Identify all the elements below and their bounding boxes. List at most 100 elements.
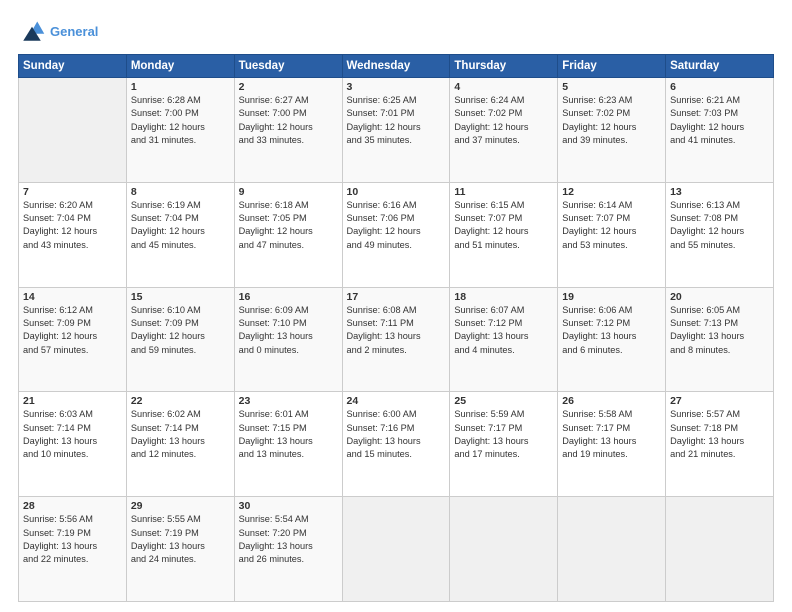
calendar-cell: 11Sunrise: 6:15 AMSunset: 7:07 PMDayligh… <box>450 182 558 287</box>
cell-date: 5 <box>562 81 661 93</box>
logo: General <box>18 18 98 46</box>
logo-text: General <box>50 24 98 40</box>
cell-info: Sunrise: 6:23 AMSunset: 7:02 PMDaylight:… <box>562 94 661 147</box>
cell-date: 6 <box>670 81 769 93</box>
cell-date: 27 <box>670 395 769 407</box>
cell-info: Sunrise: 6:01 AMSunset: 7:15 PMDaylight:… <box>239 408 338 461</box>
calendar-cell: 20Sunrise: 6:05 AMSunset: 7:13 PMDayligh… <box>666 287 774 392</box>
cell-date: 1 <box>131 81 230 93</box>
calendar-cell: 16Sunrise: 6:09 AMSunset: 7:10 PMDayligh… <box>234 287 342 392</box>
cell-date: 23 <box>239 395 338 407</box>
cell-date: 12 <box>562 186 661 198</box>
cell-info: Sunrise: 6:10 AMSunset: 7:09 PMDaylight:… <box>131 304 230 357</box>
cell-date: 25 <box>454 395 553 407</box>
cell-date: 11 <box>454 186 553 198</box>
cell-info: Sunrise: 5:54 AMSunset: 7:20 PMDaylight:… <box>239 513 338 566</box>
calendar-cell: 6Sunrise: 6:21 AMSunset: 7:03 PMDaylight… <box>666 78 774 183</box>
cell-info: Sunrise: 5:58 AMSunset: 7:17 PMDaylight:… <box>562 408 661 461</box>
weekday-header-monday: Monday <box>126 55 234 78</box>
week-row-5: 28Sunrise: 5:56 AMSunset: 7:19 PMDayligh… <box>19 497 774 602</box>
calendar-cell: 27Sunrise: 5:57 AMSunset: 7:18 PMDayligh… <box>666 392 774 497</box>
cell-info: Sunrise: 6:28 AMSunset: 7:00 PMDaylight:… <box>131 94 230 147</box>
cell-date: 24 <box>347 395 446 407</box>
calendar-cell: 7Sunrise: 6:20 AMSunset: 7:04 PMDaylight… <box>19 182 127 287</box>
cell-info: Sunrise: 6:05 AMSunset: 7:13 PMDaylight:… <box>670 304 769 357</box>
cell-date: 21 <box>23 395 122 407</box>
cell-info: Sunrise: 6:14 AMSunset: 7:07 PMDaylight:… <box>562 199 661 252</box>
weekday-header-row: SundayMondayTuesdayWednesdayThursdayFrid… <box>19 55 774 78</box>
calendar-cell: 4Sunrise: 6:24 AMSunset: 7:02 PMDaylight… <box>450 78 558 183</box>
cell-info: Sunrise: 5:56 AMSunset: 7:19 PMDaylight:… <box>23 513 122 566</box>
cell-date: 26 <box>562 395 661 407</box>
calendar-cell: 29Sunrise: 5:55 AMSunset: 7:19 PMDayligh… <box>126 497 234 602</box>
cell-info: Sunrise: 6:15 AMSunset: 7:07 PMDaylight:… <box>454 199 553 252</box>
cell-date: 19 <box>562 291 661 303</box>
calendar-cell: 23Sunrise: 6:01 AMSunset: 7:15 PMDayligh… <box>234 392 342 497</box>
header: General <box>18 18 774 46</box>
logo-icon <box>18 18 46 46</box>
page: General SundayMondayTuesdayWednesdayThur… <box>0 0 792 612</box>
cell-date: 7 <box>23 186 122 198</box>
calendar-cell: 26Sunrise: 5:58 AMSunset: 7:17 PMDayligh… <box>558 392 666 497</box>
calendar-cell: 5Sunrise: 6:23 AMSunset: 7:02 PMDaylight… <box>558 78 666 183</box>
cell-info: Sunrise: 6:03 AMSunset: 7:14 PMDaylight:… <box>23 408 122 461</box>
cell-date: 4 <box>454 81 553 93</box>
calendar-cell: 28Sunrise: 5:56 AMSunset: 7:19 PMDayligh… <box>19 497 127 602</box>
calendar-table: SundayMondayTuesdayWednesdayThursdayFrid… <box>18 54 774 602</box>
logo-line1: General <box>50 24 98 39</box>
calendar-cell <box>450 497 558 602</box>
cell-date: 3 <box>347 81 446 93</box>
cell-date: 30 <box>239 500 338 512</box>
calendar-cell: 2Sunrise: 6:27 AMSunset: 7:00 PMDaylight… <box>234 78 342 183</box>
weekday-header-saturday: Saturday <box>666 55 774 78</box>
cell-info: Sunrise: 6:16 AMSunset: 7:06 PMDaylight:… <box>347 199 446 252</box>
calendar-cell: 9Sunrise: 6:18 AMSunset: 7:05 PMDaylight… <box>234 182 342 287</box>
cell-info: Sunrise: 6:18 AMSunset: 7:05 PMDaylight:… <box>239 199 338 252</box>
cell-date: 20 <box>670 291 769 303</box>
cell-info: Sunrise: 6:00 AMSunset: 7:16 PMDaylight:… <box>347 408 446 461</box>
cell-info: Sunrise: 6:06 AMSunset: 7:12 PMDaylight:… <box>562 304 661 357</box>
cell-info: Sunrise: 6:27 AMSunset: 7:00 PMDaylight:… <box>239 94 338 147</box>
week-row-1: 1Sunrise: 6:28 AMSunset: 7:00 PMDaylight… <box>19 78 774 183</box>
cell-date: 10 <box>347 186 446 198</box>
calendar-cell: 12Sunrise: 6:14 AMSunset: 7:07 PMDayligh… <box>558 182 666 287</box>
cell-info: Sunrise: 6:21 AMSunset: 7:03 PMDaylight:… <box>670 94 769 147</box>
cell-info: Sunrise: 6:12 AMSunset: 7:09 PMDaylight:… <box>23 304 122 357</box>
calendar-cell: 1Sunrise: 6:28 AMSunset: 7:00 PMDaylight… <box>126 78 234 183</box>
cell-date: 9 <box>239 186 338 198</box>
calendar-cell: 18Sunrise: 6:07 AMSunset: 7:12 PMDayligh… <box>450 287 558 392</box>
cell-info: Sunrise: 5:55 AMSunset: 7:19 PMDaylight:… <box>131 513 230 566</box>
cell-info: Sunrise: 6:13 AMSunset: 7:08 PMDaylight:… <box>670 199 769 252</box>
calendar-cell: 10Sunrise: 6:16 AMSunset: 7:06 PMDayligh… <box>342 182 450 287</box>
cell-info: Sunrise: 6:08 AMSunset: 7:11 PMDaylight:… <box>347 304 446 357</box>
cell-date: 15 <box>131 291 230 303</box>
cell-info: Sunrise: 6:20 AMSunset: 7:04 PMDaylight:… <box>23 199 122 252</box>
calendar-cell: 24Sunrise: 6:00 AMSunset: 7:16 PMDayligh… <box>342 392 450 497</box>
calendar-cell: 30Sunrise: 5:54 AMSunset: 7:20 PMDayligh… <box>234 497 342 602</box>
cell-date: 13 <box>670 186 769 198</box>
calendar-cell: 25Sunrise: 5:59 AMSunset: 7:17 PMDayligh… <box>450 392 558 497</box>
cell-date: 2 <box>239 81 338 93</box>
cell-date: 18 <box>454 291 553 303</box>
calendar-cell: 19Sunrise: 6:06 AMSunset: 7:12 PMDayligh… <box>558 287 666 392</box>
week-row-2: 7Sunrise: 6:20 AMSunset: 7:04 PMDaylight… <box>19 182 774 287</box>
cell-info: Sunrise: 6:07 AMSunset: 7:12 PMDaylight:… <box>454 304 553 357</box>
calendar-cell: 8Sunrise: 6:19 AMSunset: 7:04 PMDaylight… <box>126 182 234 287</box>
calendar-cell: 22Sunrise: 6:02 AMSunset: 7:14 PMDayligh… <box>126 392 234 497</box>
calendar-cell <box>19 78 127 183</box>
cell-date: 16 <box>239 291 338 303</box>
weekday-header-tuesday: Tuesday <box>234 55 342 78</box>
cell-info: Sunrise: 6:02 AMSunset: 7:14 PMDaylight:… <box>131 408 230 461</box>
week-row-4: 21Sunrise: 6:03 AMSunset: 7:14 PMDayligh… <box>19 392 774 497</box>
cell-date: 17 <box>347 291 446 303</box>
cell-info: Sunrise: 5:59 AMSunset: 7:17 PMDaylight:… <box>454 408 553 461</box>
calendar-cell: 17Sunrise: 6:08 AMSunset: 7:11 PMDayligh… <box>342 287 450 392</box>
calendar-cell: 14Sunrise: 6:12 AMSunset: 7:09 PMDayligh… <box>19 287 127 392</box>
week-row-3: 14Sunrise: 6:12 AMSunset: 7:09 PMDayligh… <box>19 287 774 392</box>
calendar-cell: 3Sunrise: 6:25 AMSunset: 7:01 PMDaylight… <box>342 78 450 183</box>
cell-date: 14 <box>23 291 122 303</box>
cell-date: 22 <box>131 395 230 407</box>
calendar-cell <box>342 497 450 602</box>
calendar-cell <box>558 497 666 602</box>
cell-date: 29 <box>131 500 230 512</box>
